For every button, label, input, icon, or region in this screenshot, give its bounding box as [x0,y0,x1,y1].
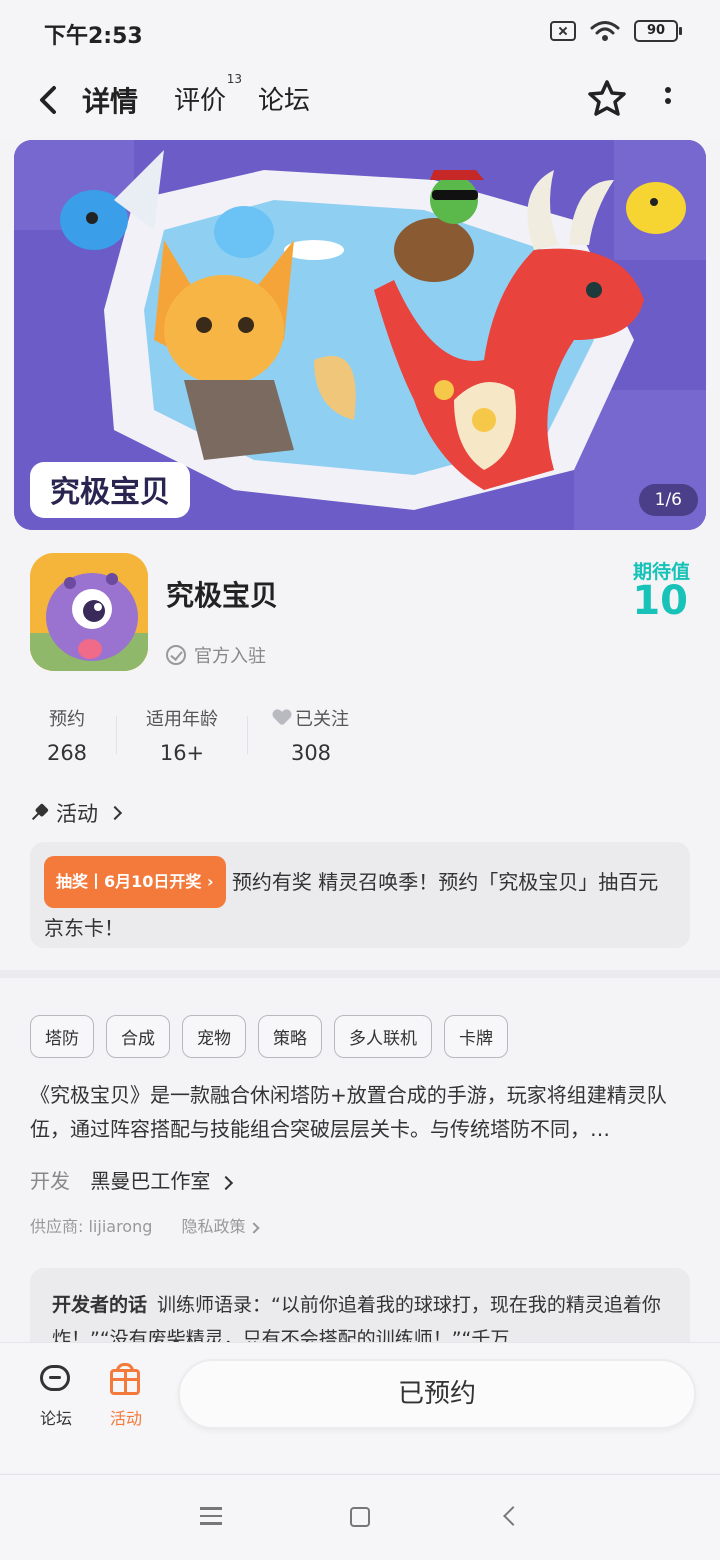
developer-note-title: 开发者的话 [52,1294,148,1316]
chevron-right-icon [107,805,123,821]
developer-name: 黑曼巴工作室 [90,1169,211,1193]
status-icons: 90 [550,20,682,42]
stat-reservations: 预约 268 [40,705,94,765]
system-nav-bar [0,1474,720,1560]
section-divider [0,970,720,978]
activity-section-header[interactable]: 活动 [30,798,123,828]
privacy-policy-link[interactable]: 隐私政策 [181,1217,260,1236]
reserved-button[interactable]: 已预约 [178,1359,696,1429]
banner-carousel[interactable]: 究极宝贝 1/6 [14,140,706,530]
tab-forum[interactable]: 论坛 [258,80,310,117]
stat-value: 16+ [159,741,205,765]
more-options-icon[interactable] [656,84,680,116]
top-nav: 详情 评价 13 论坛 [0,66,720,138]
official-label: 官方入驻 [194,646,266,667]
tab-reviews[interactable]: 评价 13 [174,72,242,117]
review-count-badge: 13 [226,72,243,86]
battery-icon: 90 [634,20,682,42]
wifi-icon [590,21,620,41]
genre-tag[interactable]: 塔防 [30,1015,94,1058]
stat-followers[interactable]: 已关注 308 [268,705,354,765]
lottery-tag-label: 抽奖丨6月10日开奖 [56,872,202,891]
stat-label: 已关注 [295,709,349,730]
stat-age-rating: 适用年龄 16+ [140,705,224,765]
lottery-tag: 抽奖丨6月10日开奖 › [44,856,226,908]
tab-detail-label: 详情 [82,85,139,118]
official-badge: 官方入驻 [166,642,266,668]
bottom-action-bar: 论坛 活动 已预约 [0,1342,720,1472]
forum-button[interactable]: 论坛 [26,1363,86,1429]
gift-icon [106,1363,146,1399]
genre-tag[interactable]: 宠物 [182,1015,246,1058]
stat-divider [116,716,117,754]
genre-tag[interactable]: 卡牌 [444,1015,508,1058]
genre-tag[interactable]: 多人联机 [334,1015,432,1058]
banner-artwork: 究极宝贝 [14,140,706,530]
banner-logo-text: 究极宝贝 [50,475,170,510]
tab-reviews-label: 评价 [174,86,227,116]
star-favorite-icon[interactable] [586,78,628,120]
activity-header-label: 活动 [56,802,98,826]
recent-apps-icon[interactable] [200,1507,222,1525]
system-back-icon[interactable] [503,1506,523,1526]
status-time: 下午2:53 [44,24,143,49]
app-icon-image [30,553,148,671]
genre-tag[interactable]: 策略 [258,1015,322,1058]
chevron-right-icon [218,1175,233,1191]
genre-tags: 塔防 合成 宠物 策略 多人联机 卡牌 [30,1015,508,1058]
developer-row[interactable]: 开发 黑曼巴工作室 [30,1165,233,1194]
tab-detail[interactable]: 详情 [82,80,142,122]
forum-bubble-icon [36,1363,76,1399]
status-bar: 下午2:53 90 [0,0,720,66]
activity-button[interactable]: 活动 [96,1363,156,1429]
developer-note[interactable]: 开发者的话 训练师语录：“以前你追着我的球球打，现在我的精灵追着你炸！”“没有废柴… [30,1268,690,1342]
activity-button-label: 活动 [109,1409,142,1428]
heart-icon [273,710,291,726]
supplier-row: 供应商: lijiarong 隐私政策 [30,1213,260,1237]
home-icon[interactable] [350,1507,370,1527]
banner-page-counter: 1/6 [638,484,698,516]
stat-value: 308 [290,741,332,765]
stat-value: 268 [46,741,88,765]
no-sim-icon [550,21,576,41]
stat-label: 适用年龄 [146,709,218,730]
stat-divider [247,716,248,754]
pin-icon [26,800,51,825]
genre-tag[interactable]: 合成 [106,1015,170,1058]
game-description[interactable]: 《究极宝贝》是一款融合休闲塔防+放置合成的手游，玩家将组建精灵队伍，通过阵容搭配… [30,1078,690,1146]
developer-label: 开发 [30,1169,70,1193]
activity-card[interactable]: 抽奖丨6月10日开奖 › 预约有奖 精灵召唤季！预约「究极宝贝」抽百元京东卡！ [30,842,690,948]
stat-label: 预约 [49,709,85,730]
expectation-score: 10 [632,578,688,624]
app-title: 究极宝贝 [166,579,279,612]
supplier-text: 供应商: lijiarong [30,1217,153,1236]
forum-button-label: 论坛 [39,1409,72,1428]
back-arrow-icon[interactable] [30,80,66,120]
chevron-right-icon [247,1222,260,1234]
verified-check-icon [166,645,186,665]
app-icon [30,553,148,671]
